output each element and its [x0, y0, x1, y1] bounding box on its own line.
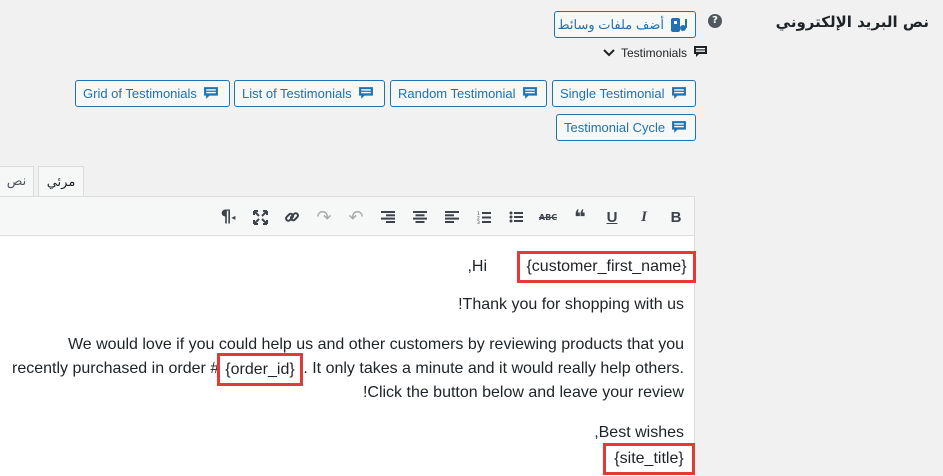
italic-icon[interactable]: I [631, 204, 657, 230]
button-label: Grid of Testimonials [83, 86, 197, 101]
underline-icon[interactable]: U [599, 204, 625, 230]
add-media-button[interactable]: أضف ملفات وسائط [554, 11, 696, 38]
editor-content[interactable]: ,Hi {customer_first_name} !Thank you for… [0, 236, 696, 476]
chevron-down-icon [603, 46, 615, 60]
paragraph-rtl-icon[interactable]: ¶ ◂ [215, 204, 241, 230]
paragraph-line-2-prefix: recently purchased in order # [12, 360, 220, 377]
bold-icon[interactable]: B [663, 204, 689, 230]
button-label: Single Testimonial [560, 86, 665, 101]
media-icon [670, 17, 688, 33]
comment-icon [358, 86, 374, 101]
button-label: List of Testimonials [242, 86, 352, 101]
paragraph-glyph: ¶ [220, 207, 232, 227]
single-testimonial-button[interactable]: Single Testimonial [552, 80, 696, 107]
strikethrough-icon[interactable]: ABC [535, 204, 561, 230]
site-title-tag: {site_title} [603, 443, 695, 475]
comment-icon [693, 45, 708, 62]
paragraph-line-2-suffix: . It only takes a minute and it would re… [303, 360, 684, 377]
align-center-icon[interactable] [407, 204, 433, 230]
grid-of-testimonials-button[interactable]: Grid of Testimonials [75, 80, 230, 107]
order-id-tag: {order_id} [217, 353, 303, 386]
redo-icon[interactable]: ↷ [311, 204, 337, 230]
svg-text:3: 3 [477, 220, 480, 224]
link-icon[interactable] [279, 204, 305, 230]
button-label: Random Testimonial [398, 86, 516, 101]
testimonials-label: Testimonials [621, 46, 688, 60]
button-label: Testimonial Cycle [564, 120, 666, 135]
list-of-testimonials-button[interactable]: List of Testimonials [234, 80, 385, 107]
align-right-icon[interactable] [375, 204, 401, 230]
greeting-text: ,Hi [467, 258, 487, 275]
paragraph-line-3: !Click the button below and leave your r… [362, 384, 684, 401]
random-testimonial-button[interactable]: Random Testimonial [390, 80, 547, 107]
bullet-list-icon[interactable] [503, 204, 529, 230]
customer-first-name-tag: {customer_first_name} [517, 251, 696, 283]
testimonial-cycle-button[interactable]: Testimonial Cycle [556, 114, 696, 141]
tab-visual[interactable]: مرئي [38, 166, 84, 197]
editor-toolbar: B I U ❝ ABC 123 ↶ ↷ ¶ ◂ [0, 196, 695, 236]
comment-icon [522, 86, 538, 101]
comment-icon [671, 120, 687, 135]
numbered-list-icon[interactable]: 123 [471, 204, 497, 230]
field-label: نص البريد الإلكتروني [775, 13, 929, 31]
tab-text[interactable]: نص [0, 166, 34, 196]
best-wishes-text: ,Best wishes [594, 424, 684, 441]
help-icon[interactable]: ? [708, 14, 722, 28]
fullscreen-icon[interactable] [247, 204, 273, 230]
paragraph-line-1: We would love if you could help us and o… [67, 336, 684, 353]
blockquote-icon[interactable]: ❝ [567, 204, 593, 230]
undo-icon[interactable]: ↶ [343, 204, 369, 230]
comment-icon [203, 86, 219, 101]
testimonials-dropdown[interactable]: Testimonials [603, 44, 708, 62]
align-left-icon[interactable] [439, 204, 465, 230]
comment-icon [671, 86, 687, 101]
add-media-label: أضف ملفات وسائط [557, 16, 664, 32]
thanks-text: !Thank you for shopping with us [458, 296, 684, 313]
